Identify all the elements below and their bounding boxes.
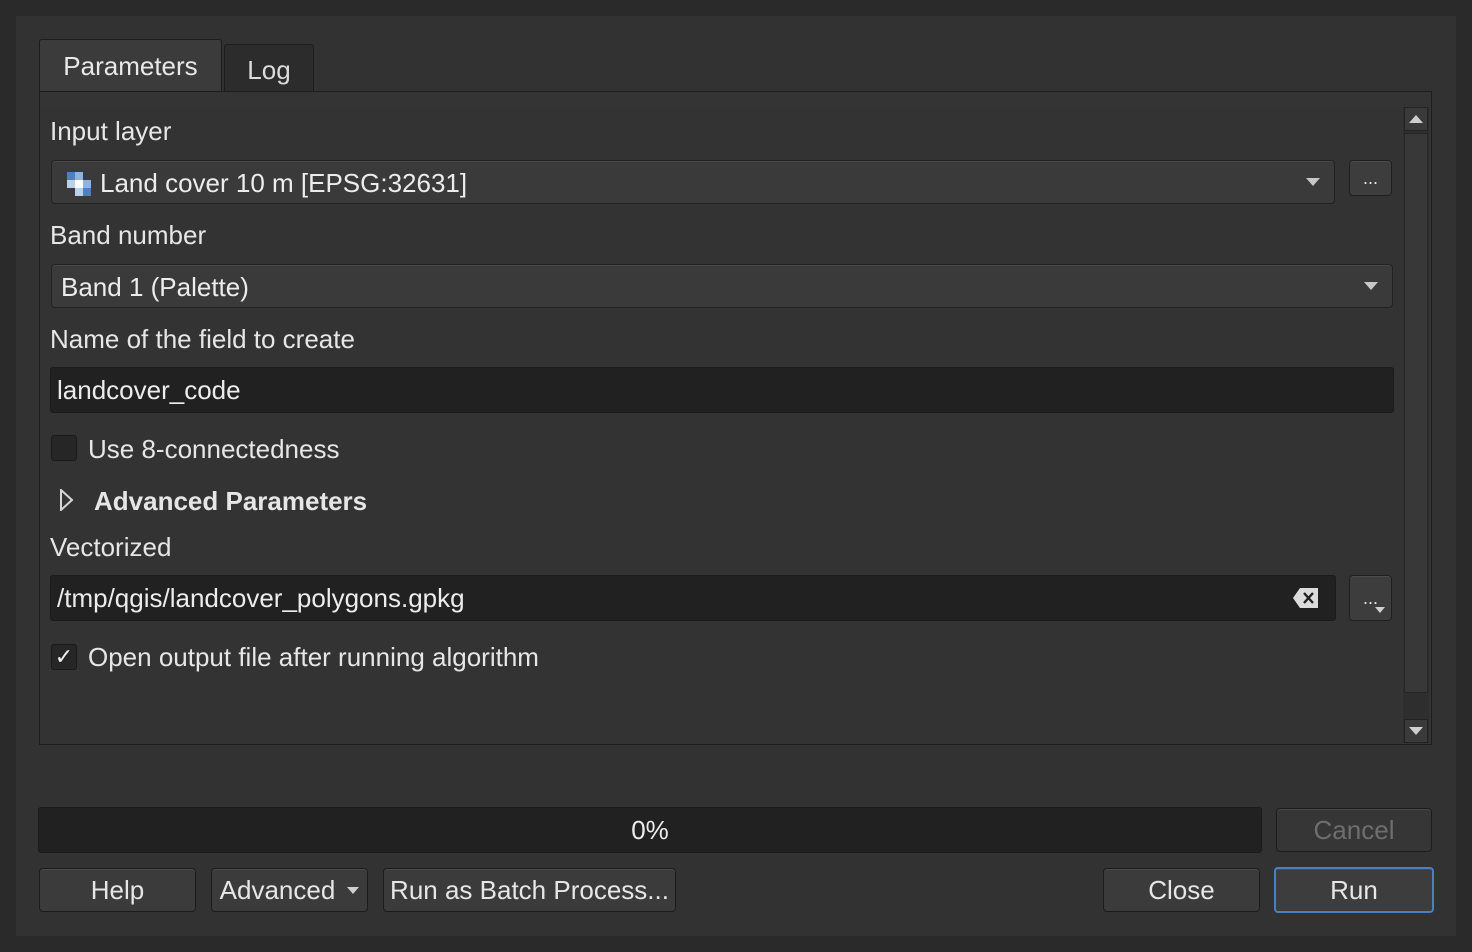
field-name-value: landcover_code bbox=[57, 374, 241, 405]
scroll-up-button[interactable] bbox=[1404, 107, 1428, 131]
advanced-parameters-header[interactable]: Advanced Parameters bbox=[94, 486, 367, 517]
raster-layer-icon bbox=[67, 172, 91, 196]
band-number-label: Band number bbox=[50, 220, 207, 250]
advanced-button-label: Advanced bbox=[219, 874, 336, 905]
tab-parameters[interactable]: Parameters bbox=[39, 39, 222, 93]
vectorized-value: /tmp/qgis/landcover_polygons.gpkg bbox=[57, 582, 465, 613]
arrow-down-icon bbox=[1409, 727, 1423, 735]
run-batch-button-label: Run as Batch Process... bbox=[390, 874, 669, 905]
connectedness-checkbox[interactable] bbox=[51, 435, 77, 461]
input-layer-label: Input layer bbox=[50, 116, 172, 146]
help-button[interactable]: Help bbox=[39, 868, 196, 912]
input-layer-combobox[interactable]: Land cover 10 m [EPSG:32631] bbox=[51, 160, 1335, 204]
chevron-down-icon bbox=[347, 886, 360, 894]
band-number-combobox[interactable]: Band 1 (Palette) bbox=[51, 264, 1393, 308]
vectorized-browse-button[interactable]: ... bbox=[1349, 575, 1392, 621]
cancel-button-label: Cancel bbox=[1313, 814, 1395, 845]
run-batch-button[interactable]: Run as Batch Process... bbox=[383, 868, 676, 912]
chevron-down-icon bbox=[1364, 282, 1378, 290]
open-output-label: Open output file after running algorithm bbox=[88, 642, 539, 672]
progress-bar: 0% bbox=[38, 807, 1262, 853]
expand-triangle-icon[interactable] bbox=[60, 489, 74, 511]
browse-label: ... bbox=[1362, 167, 1378, 188]
vectorized-label: Vectorized bbox=[50, 532, 172, 562]
close-button[interactable]: Close bbox=[1103, 868, 1260, 912]
arrow-up-icon bbox=[1409, 115, 1423, 123]
tab-parameters-label: Parameters bbox=[63, 51, 198, 81]
connectedness-label: Use 8-connectedness bbox=[88, 434, 340, 464]
band-number-value: Band 1 (Palette) bbox=[61, 272, 249, 302]
check-mark-icon: ✓ bbox=[54, 644, 74, 669]
browse-label: ... bbox=[1362, 587, 1378, 608]
field-name-label: Name of the field to create bbox=[50, 324, 355, 354]
vertical-scrollbar[interactable] bbox=[1403, 107, 1429, 743]
cancel-button[interactable]: Cancel bbox=[1276, 808, 1432, 852]
scroll-thumb[interactable] bbox=[1404, 133, 1428, 693]
tab-log-label: Log bbox=[247, 55, 291, 85]
help-button-label: Help bbox=[90, 874, 145, 905]
field-name-input[interactable]: landcover_code bbox=[50, 367, 1394, 413]
run-button-label: Run bbox=[1330, 874, 1378, 905]
input-layer-browse-button[interactable]: ... bbox=[1349, 160, 1392, 196]
input-layer-value: Land cover 10 m [EPSG:32631] bbox=[100, 168, 468, 198]
advanced-button[interactable]: Advanced bbox=[211, 868, 368, 912]
close-button-label: Close bbox=[1148, 874, 1215, 905]
tab-log[interactable]: Log bbox=[224, 44, 314, 92]
open-output-checkbox[interactable]: ✓ bbox=[51, 644, 77, 670]
scroll-down-button[interactable] bbox=[1404, 719, 1428, 743]
algorithm-dialog: Parameters Log Input layer Land cover 10… bbox=[16, 16, 1456, 936]
progress-text: 0% bbox=[631, 814, 669, 845]
vectorized-output-input[interactable]: /tmp/qgis/landcover_polygons.gpkg bbox=[50, 575, 1336, 621]
run-button[interactable]: Run bbox=[1274, 867, 1434, 913]
clear-input-icon[interactable] bbox=[1292, 587, 1320, 609]
chevron-down-icon bbox=[1306, 178, 1320, 186]
chevron-down-icon bbox=[1375, 607, 1385, 613]
